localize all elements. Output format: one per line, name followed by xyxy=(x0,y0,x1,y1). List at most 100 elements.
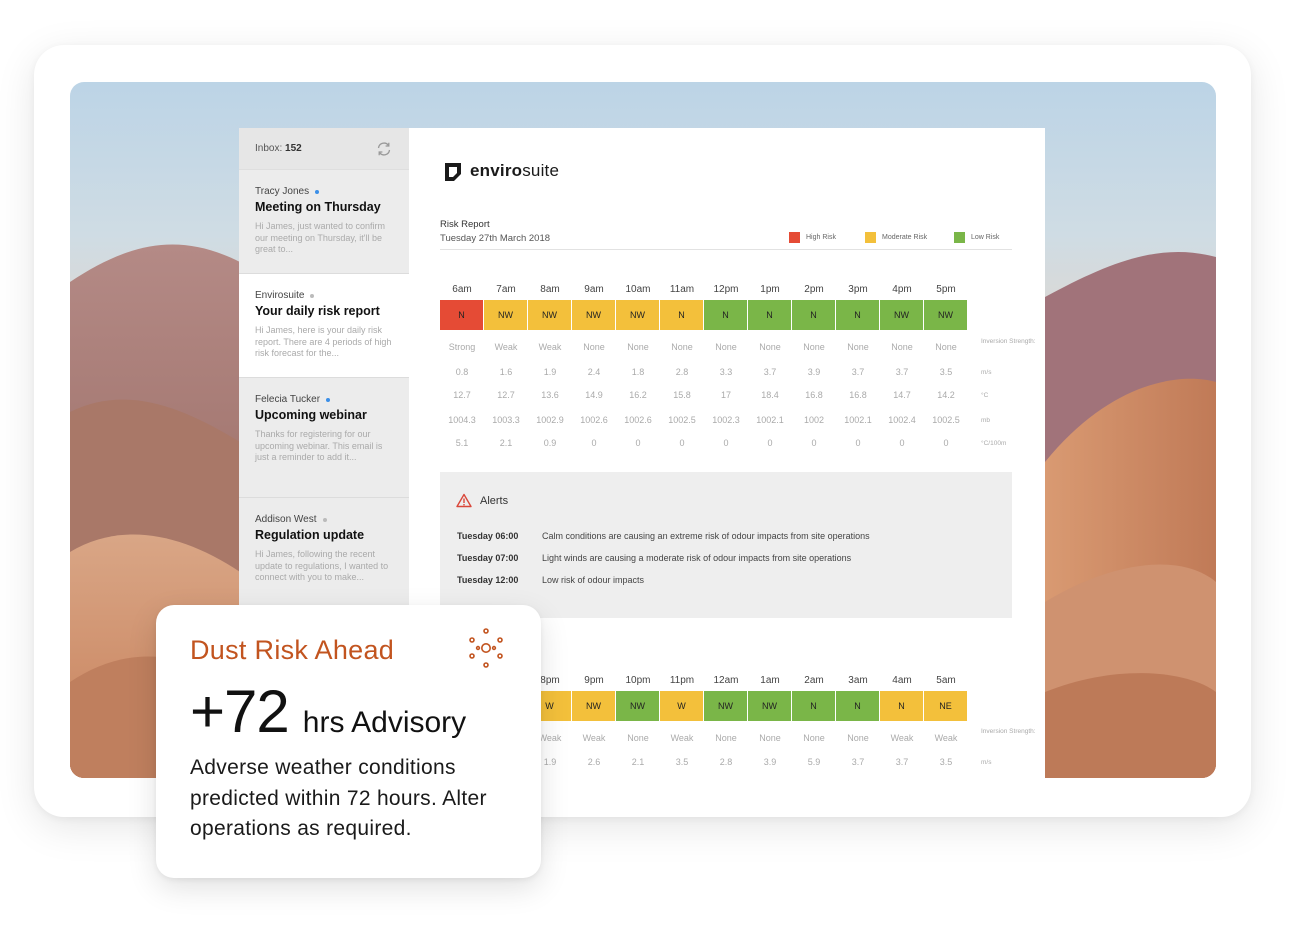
email-item-selected[interactable]: Envirosuite Your daily risk report Hi Ja… xyxy=(239,274,409,378)
email-preview: Thanks for registering for our upcoming … xyxy=(255,429,383,462)
dust-particles-icon xyxy=(469,628,503,668)
wind-value: 3.9 xyxy=(763,757,777,767)
inversion-value: None xyxy=(847,733,869,743)
risk-cell-low: NW xyxy=(924,300,967,330)
pressure-value: 1004.3 xyxy=(448,415,476,425)
email-sender: Addison West xyxy=(255,514,393,525)
inversion-value: Strong xyxy=(448,342,476,352)
legend-swatch xyxy=(789,232,800,243)
hour-label: 4pm xyxy=(892,284,912,295)
inversion-value: None xyxy=(891,342,913,352)
wind-value: 3.5 xyxy=(939,367,953,377)
email-preview: Hi James, following the recent update to… xyxy=(255,549,389,582)
inversion-unit: Inversion Strength: xyxy=(981,728,1036,735)
wind-unit: m/s xyxy=(981,369,992,376)
risk-cell-moderate: W xyxy=(660,691,703,721)
temp-unit: °C xyxy=(981,392,989,399)
lapse-value: 0 xyxy=(635,438,641,448)
lapse-value: 0 xyxy=(855,438,861,448)
lapse-value: 0 xyxy=(679,438,685,448)
risk-cell-low: NW xyxy=(704,691,747,721)
hour-label: 6am xyxy=(452,284,472,295)
temp-value: 17 xyxy=(720,390,731,400)
lapse-unit: °C/100m xyxy=(981,440,1007,447)
email-subject: Your daily risk report xyxy=(255,304,380,318)
wind-value: 2.8 xyxy=(719,757,733,767)
wind-value: 3.5 xyxy=(675,757,689,767)
risk-cell-high: N xyxy=(440,300,483,330)
wind-value: 1.8 xyxy=(631,367,645,377)
inversion-value: None xyxy=(803,733,825,743)
wind-value: 2.8 xyxy=(675,367,689,377)
hour-label: 1am xyxy=(760,675,780,686)
pressure-unit: mb xyxy=(981,417,991,424)
risk-cell-low: N xyxy=(836,300,879,330)
envirosuite-logo: envirosuite xyxy=(442,160,559,182)
hour-label: 9pm xyxy=(584,675,604,686)
unread-dot-icon xyxy=(315,189,320,194)
email-item[interactable]: Addison West Regulation update Hi James,… xyxy=(239,498,409,618)
wind-value: 3.7 xyxy=(851,757,865,767)
inversion-value: Weak xyxy=(494,342,518,352)
wind-value: 1.6 xyxy=(499,367,513,377)
inversion-unit: Inversion Strength: xyxy=(981,338,1036,345)
email-subject: Regulation update xyxy=(255,528,365,542)
refresh-icon[interactable] xyxy=(375,140,393,158)
risk-cell-low: N xyxy=(704,300,747,330)
read-dot-icon xyxy=(310,293,315,298)
wind-value: 2.1 xyxy=(631,757,645,767)
lapse-value: 0 xyxy=(899,438,905,448)
email-subject: Upcoming webinar xyxy=(255,408,367,422)
pressure-value: 1002.5 xyxy=(932,415,960,425)
hour-label: 10am xyxy=(625,284,651,295)
lapse-value: 2.1 xyxy=(499,438,513,448)
hour-label: 11am xyxy=(669,284,695,295)
lapse-value: 0 xyxy=(591,438,597,448)
inbox-count: Inbox: 152 xyxy=(255,143,302,154)
wind-value: 3.7 xyxy=(851,367,865,377)
envirosuite-logo-icon xyxy=(445,163,461,181)
risk-cell-moderate: NE xyxy=(924,691,967,721)
hour-label: 4am xyxy=(892,675,912,686)
risk-cell-low: N xyxy=(792,691,835,721)
hour-label: 9am xyxy=(584,284,604,295)
divider xyxy=(440,249,1012,250)
lapse-value: 0 xyxy=(943,438,949,448)
advisory-headline: +72 hrs Advisory xyxy=(190,679,466,745)
email-item[interactable]: Felecia Tucker Upcoming webinar Thanks f… xyxy=(239,378,409,498)
alert-item: Tuesday 07:00 Light winds are causing a m… xyxy=(457,553,852,563)
temp-value: 15.8 xyxy=(673,390,691,400)
inversion-value: None xyxy=(627,342,649,352)
email-subject: Meeting on Thursday xyxy=(255,200,381,214)
pressure-value: 1002.4 xyxy=(888,415,916,425)
temp-value: 12.7 xyxy=(497,390,515,400)
legend-swatch xyxy=(954,232,965,243)
risk-cell-low: NW xyxy=(748,691,791,721)
risk-cell-low: NW xyxy=(880,300,923,330)
lapse-value: 0 xyxy=(811,438,817,448)
advisory-hours: +72 xyxy=(190,678,290,745)
hour-label: 5am xyxy=(936,675,956,686)
risk-cell-moderate: NW xyxy=(528,300,571,330)
hour-label: 12pm xyxy=(713,284,739,295)
wind-value: 0.8 xyxy=(455,367,469,377)
lapse-value: 0 xyxy=(767,438,773,448)
lapse-value: 0.9 xyxy=(543,438,557,448)
risk-cell-low: N xyxy=(836,691,879,721)
hour-label: 1pm xyxy=(760,284,780,295)
risk-cell-moderate: NW xyxy=(572,300,615,330)
legend-swatch xyxy=(865,232,876,243)
wind-value: 3.7 xyxy=(895,367,909,377)
legend-low: Low Risk xyxy=(954,232,999,243)
inversion-value: Weak xyxy=(670,733,694,743)
pressure-value: 1002.6 xyxy=(624,415,652,425)
inversion-value: None xyxy=(627,733,649,743)
lapse-value: 0 xyxy=(723,438,729,448)
email-sender: Envirosuite xyxy=(255,290,393,301)
risk-cell-moderate: N xyxy=(660,300,703,330)
wind-value: 3.7 xyxy=(763,367,777,377)
email-item[interactable]: Tracy Jones Meeting on Thursday Hi James… xyxy=(239,170,409,274)
pressure-value: 1002.3 xyxy=(712,415,740,425)
alerts-panel: Alerts Tuesday 06:00 Calm conditions are … xyxy=(440,472,1012,618)
inversion-value: None xyxy=(715,342,737,352)
